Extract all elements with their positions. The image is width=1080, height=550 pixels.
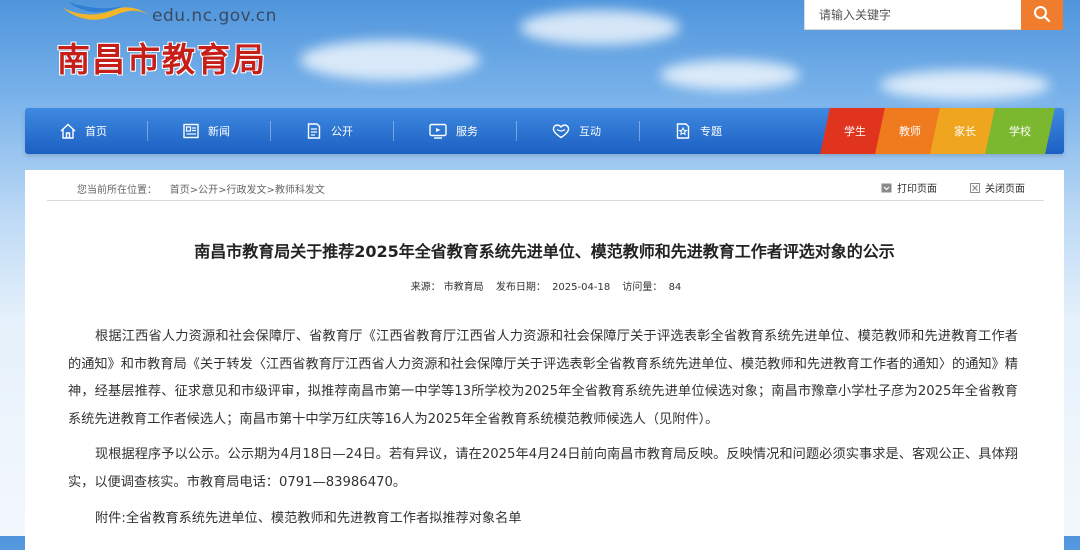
- date-value: 2025-04-18: [552, 282, 611, 293]
- document-list-icon: [307, 123, 321, 139]
- home-icon: [60, 123, 76, 139]
- content-panel: 您当前所在位置： 首页>公开>行政发文>教师科发文 打印页面 关闭页面 南昌市教…: [25, 170, 1064, 550]
- heart-chat-icon: [552, 124, 570, 139]
- article-paragraph: 根据江西省人力资源和社会保障厅、省教育厅《江西省教育厅江西省人力资源和社会保障厅…: [68, 329, 1018, 427]
- nav-item-label: 新闻: [208, 125, 230, 138]
- newspaper-icon: [183, 123, 199, 139]
- monitor-service-icon: [429, 123, 447, 139]
- article-paragraph: 现根据程序予以公示。公示期为4月18日—24日。若有异议，请在2025年4月24…: [68, 447, 1018, 490]
- nav-divider: [639, 121, 640, 141]
- nav-divider: [270, 121, 271, 141]
- role-tab-label: 家长: [954, 125, 976, 138]
- nav-divider: [147, 121, 148, 141]
- nav-divider: [393, 121, 394, 141]
- print-page-button[interactable]: 打印页面: [881, 180, 937, 195]
- site-title-logo[interactable]: 南昌市教育局: [57, 33, 267, 81]
- breadcrumb-admin-docs[interactable]: 行政发文: [227, 185, 267, 196]
- nav-item-service[interactable]: 服务: [428, 108, 478, 154]
- date-label: 发布日期：: [495, 282, 546, 293]
- breadcrumb-open[interactable]: 公开: [198, 185, 218, 196]
- search-input[interactable]: [817, 0, 1021, 30]
- close-page-label: 关闭页面: [985, 184, 1025, 195]
- breadcrumb: 您当前所在位置： 首页>公开>行政发文>教师科发文: [77, 185, 325, 196]
- close-icon: [970, 182, 980, 193]
- logo-swoosh-icon: [63, 2, 153, 20]
- search-button[interactable]: [1021, 0, 1063, 30]
- search-icon: [1034, 6, 1051, 23]
- nav-item-label: 互动: [579, 125, 601, 138]
- article-attachment[interactable]: 附件:全省教育系统先进单位、模范教师和先进教育工作者拟推荐对象名单: [68, 505, 1018, 533]
- nav-item-topics[interactable]: 专题: [674, 108, 722, 154]
- background-cloud: [660, 60, 800, 90]
- print-icon: [881, 183, 892, 192]
- nav-item-label: 公开: [331, 125, 353, 138]
- star-document-icon: [676, 123, 690, 139]
- nav-item-news[interactable]: 新闻: [182, 108, 230, 154]
- breadcrumb-bar: 您当前所在位置： 首页>公开>行政发文>教师科发文 打印页面 关闭页面: [47, 170, 1044, 201]
- views-label: 访问量：: [622, 282, 663, 293]
- role-tab-label: 学生: [844, 125, 866, 138]
- background-cloud: [300, 40, 480, 80]
- main-nav: 首页 新闻 公开 服务 互动 专题 学生 教师 家长 学校: [25, 108, 1064, 154]
- nav-item-interact[interactable]: 互动: [551, 108, 601, 154]
- role-tab-school[interactable]: 学校: [985, 108, 1055, 154]
- nav-item-home[interactable]: 首页: [59, 108, 107, 154]
- breadcrumb-prefix: 您当前所在位置：: [77, 185, 157, 196]
- background-cloud: [880, 70, 1050, 100]
- background-cloud: [520, 10, 680, 45]
- breadcrumb-home[interactable]: 首页: [170, 185, 190, 196]
- source-value: 市教育局: [443, 282, 484, 293]
- search-box: [804, 0, 1024, 30]
- role-tab-label: 学校: [1009, 125, 1031, 138]
- article-meta: 来源： 市教育局 发布日期： 2025-04-18 访问量： 84: [25, 278, 1064, 293]
- article-title: 南昌市教育局关于推荐2025年全省教育系统先进单位、模范教师和先进教育工作者评选…: [194, 242, 895, 261]
- role-tab-label: 教师: [899, 125, 921, 138]
- site-url: edu.nc.gov.cn: [152, 6, 277, 26]
- breadcrumb-teacher-docs[interactable]: 教师科发文: [275, 185, 325, 196]
- nav-item-open[interactable]: 公开: [305, 108, 353, 154]
- print-page-label: 打印页面: [897, 184, 937, 195]
- source-label: 来源：: [410, 282, 441, 293]
- nav-item-label: 专题: [700, 125, 722, 138]
- nav-item-label: 服务: [456, 125, 478, 138]
- nav-item-label: 首页: [85, 125, 107, 138]
- close-page-button[interactable]: 关闭页面: [970, 180, 1025, 195]
- nav-divider: [516, 121, 517, 141]
- views-value: 84: [668, 282, 682, 293]
